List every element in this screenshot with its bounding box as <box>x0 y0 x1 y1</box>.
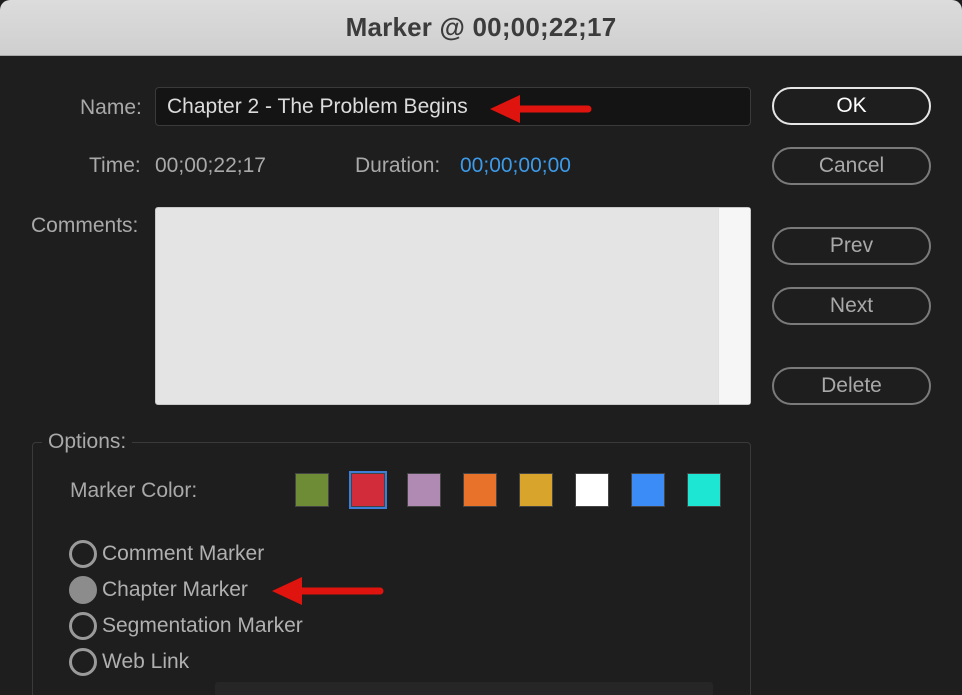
marker-color-label: Marker Color: <box>70 479 198 502</box>
name-input[interactable]: Chapter 2 - The Problem Begins <box>155 87 751 126</box>
duration-value[interactable]: 00;00;00;00 <box>460 154 571 178</box>
annotation-arrow-name <box>490 95 592 123</box>
swatch-orange[interactable] <box>463 473 497 507</box>
swatch-yellow[interactable] <box>519 473 553 507</box>
delete-button[interactable]: Delete <box>772 367 931 405</box>
radio-button[interactable] <box>69 648 97 676</box>
swatch-violet[interactable] <box>407 473 441 507</box>
radio-label: Chapter Marker <box>102 578 248 601</box>
cancel-button[interactable]: Cancel <box>772 147 931 185</box>
radio-web-link[interactable]: Web Link <box>69 648 189 676</box>
swatch-red[interactable] <box>349 471 387 509</box>
radio-label: Web Link <box>102 650 190 673</box>
name-label: Name: <box>80 96 142 119</box>
time-label: Time: <box>89 154 141 177</box>
radio-button[interactable] <box>69 612 97 640</box>
radio-button[interactable] <box>69 540 97 568</box>
swatch-blue[interactable] <box>631 473 665 507</box>
swatch-cyan[interactable] <box>687 473 721 507</box>
comments-scrollbar[interactable] <box>718 208 750 404</box>
title-bar: Marker @ 00;00;22;17 <box>0 0 962 56</box>
radio-chapter-marker[interactable]: Chapter Marker <box>69 576 248 604</box>
ok-button[interactable]: OK <box>772 87 931 125</box>
duration-label: Duration: <box>355 154 441 177</box>
window-title: Marker @ 00;00;22;17 <box>345 12 617 42</box>
radio-segmentation-marker[interactable]: Segmentation Marker <box>69 612 303 640</box>
radio-button-checked[interactable] <box>69 576 97 604</box>
comments-textarea[interactable] <box>155 207 751 405</box>
swatch-green[interactable] <box>295 473 329 507</box>
comments-label: Comments: <box>31 214 139 237</box>
options-legend: Options: <box>42 430 133 454</box>
url-input[interactable] <box>215 682 713 695</box>
swatch-white[interactable] <box>575 473 609 507</box>
radio-label: Segmentation Marker <box>102 614 303 637</box>
radio-comment-marker[interactable]: Comment Marker <box>69 540 264 568</box>
next-button[interactable]: Next <box>772 287 931 325</box>
prev-button[interactable]: Prev <box>772 227 931 265</box>
annotation-arrow-chapter <box>272 577 384 605</box>
time-value: 00;00;22;17 <box>155 154 266 177</box>
radio-label: Comment Marker <box>102 542 265 565</box>
